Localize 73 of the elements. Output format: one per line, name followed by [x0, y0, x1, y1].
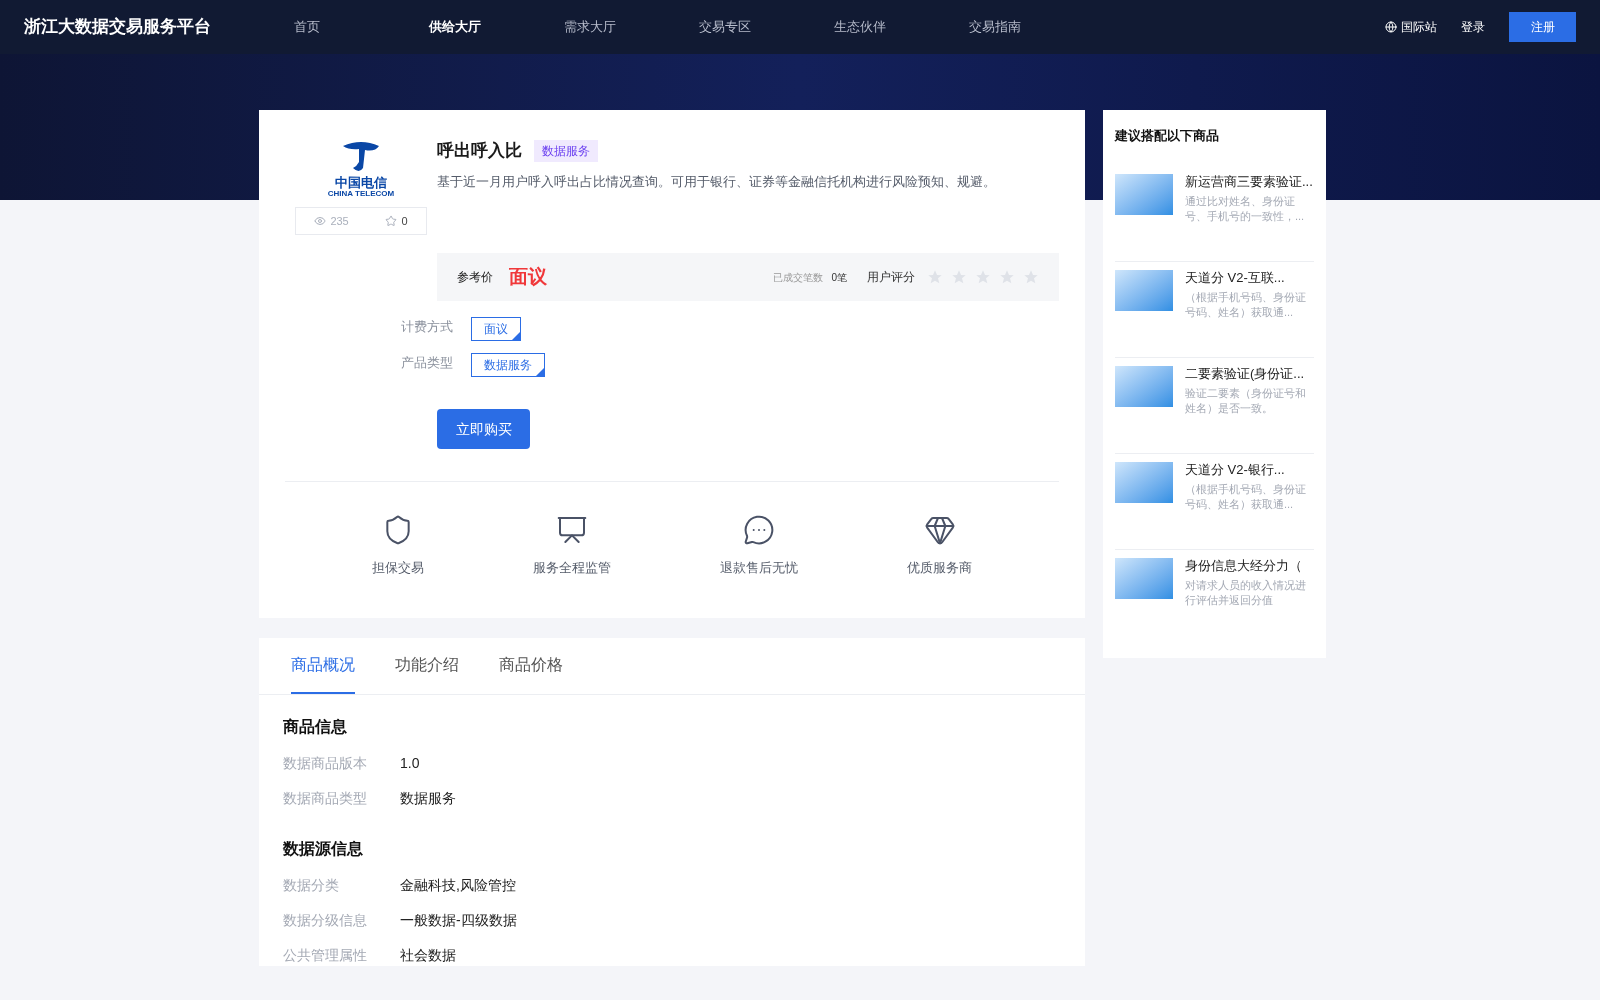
field-label: 公共管理属性 [283, 945, 368, 965]
nav-link[interactable]: 交易指南 [969, 17, 1104, 37]
product-description: 基于近一月用户呼入呼出占比情况查询。可用于银行、证券等金融信托机构进行风险预知、规避。 [437, 172, 997, 191]
recommended-product[interactable]: 二要素验证(身份证... 验证二要素（身份证号和姓名）是否一致。 [1115, 357, 1314, 454]
site-brand: 浙江大数据交易服务平台 [24, 16, 212, 39]
buy-now-button[interactable]: 立即购买 [437, 409, 530, 449]
star-icon [385, 215, 398, 227]
field-label: 数据商品版本 [283, 753, 368, 773]
register-button[interactable]: 注册 [1509, 12, 1576, 42]
price-value: 面议 [509, 264, 547, 289]
chat-bubble-icon [743, 514, 776, 546]
product-summary: （根据手机号码、身份证号码、姓名）获取通... [1185, 289, 1307, 320]
product-name: 二要素验证(身份证... [1185, 365, 1306, 382]
product-name: 新运营商三要素验证... [1185, 173, 1314, 190]
nav-link[interactable]: 交易专区 [699, 17, 834, 37]
guarantee-label: 优质服务商 [907, 559, 973, 577]
recommendation-heading: 建议搭配以下商品 [1115, 127, 1220, 145]
globe-icon [1385, 21, 1397, 33]
nav-link[interactable]: 生态伙伴 [834, 17, 969, 37]
option-label: 计费方式 [401, 318, 451, 336]
nav-link[interactable]: 需求大厅 [564, 17, 699, 37]
guarantee-label: 服务全程监管 [532, 559, 611, 577]
recommended-product[interactable]: 新运营商三要素验证... 通过比对姓名、身份证号、手机号的一致性，... [1115, 165, 1314, 262]
product-name: 天道分 V2-银行... [1185, 461, 1286, 478]
product-name: 身份信息大经分力（ [1185, 557, 1303, 574]
recommended-product[interactable]: 天道分 V2-互联... （根据手机号码、身份证号码、姓名）获取通... [1115, 261, 1314, 358]
recommended-product[interactable]: 身份信息大经分力（ 对请求人员的收入情况进行评估并返回分值 [1115, 549, 1314, 646]
favorite-count: 0 [401, 213, 408, 229]
field-value: 1.0 [400, 753, 420, 773]
eye-icon [314, 215, 327, 227]
diamond-icon [923, 514, 956, 546]
option-chip[interactable]: 数据服务 [471, 353, 545, 377]
logo-text: 中国电信 [335, 176, 387, 189]
field-label: 数据商品类型 [283, 788, 368, 808]
international-site-link[interactable]: 国际站 [1401, 18, 1437, 36]
guarantee-label: 退款售后无忧 [720, 559, 799, 577]
field-value: 数据服务 [400, 788, 456, 808]
product-summary: 验证二要素（身份证号和姓名）是否一致。 [1185, 385, 1307, 416]
monitor-icon [555, 514, 588, 546]
option-label: 产品类型 [401, 354, 451, 372]
tab[interactable]: 商品概况 [291, 637, 355, 694]
field-label: 数据分级信息 [283, 910, 368, 930]
tab[interactable]: 商品价格 [499, 637, 563, 694]
field-value: 一般数据-四级数据 [400, 910, 517, 930]
product-title: 呼出呼入比 [437, 140, 522, 162]
view-count: 235 [330, 213, 349, 229]
section-heading: 数据源信息 [283, 838, 364, 859]
photo-placeholder [1115, 461, 1173, 503]
price-label: 参考价 [457, 269, 493, 286]
guarantee-label: 担保交易 [371, 559, 424, 577]
logo-subtext: CHINA TELECOM [327, 189, 395, 199]
field-value: 社会数据 [400, 945, 456, 965]
nav-link[interactable]: 首页 [294, 17, 429, 37]
photo-placeholder [1115, 173, 1173, 215]
photo-placeholder [1115, 365, 1173, 407]
product-summary: （根据手机号码、身份证号码、姓名）获取通... [1185, 481, 1307, 512]
rating-label: 用户评分 [867, 269, 915, 286]
deals-count: 0笔 [831, 270, 847, 285]
category-tag: 数据服务 [534, 139, 598, 162]
photo-placeholder [1115, 269, 1173, 311]
recommended-product[interactable]: 天道分 V2-银行... （根据手机号码、身份证号码、姓名）获取通... [1115, 453, 1314, 550]
field-value: 金融科技,风险管控 [400, 875, 516, 895]
nav-link[interactable]: 供给大厅 [429, 17, 564, 37]
product-name: 天道分 V2-互联... [1185, 269, 1286, 286]
option-chip[interactable]: 面议 [471, 317, 521, 341]
product-summary: 通过比对姓名、身份证号、手机号的一致性，... [1185, 193, 1306, 224]
deals-label: 已成交笔数 [773, 270, 824, 285]
photo-placeholder [1115, 557, 1173, 599]
login-link[interactable]: 登录 [1461, 18, 1485, 36]
field-label: 数据分类 [283, 875, 340, 895]
tab[interactable]: 功能介绍 [395, 637, 459, 694]
product-summary: 对请求人员的收入情况进行评估并返回分值 [1185, 577, 1307, 608]
section-heading: 商品信息 [283, 716, 348, 737]
